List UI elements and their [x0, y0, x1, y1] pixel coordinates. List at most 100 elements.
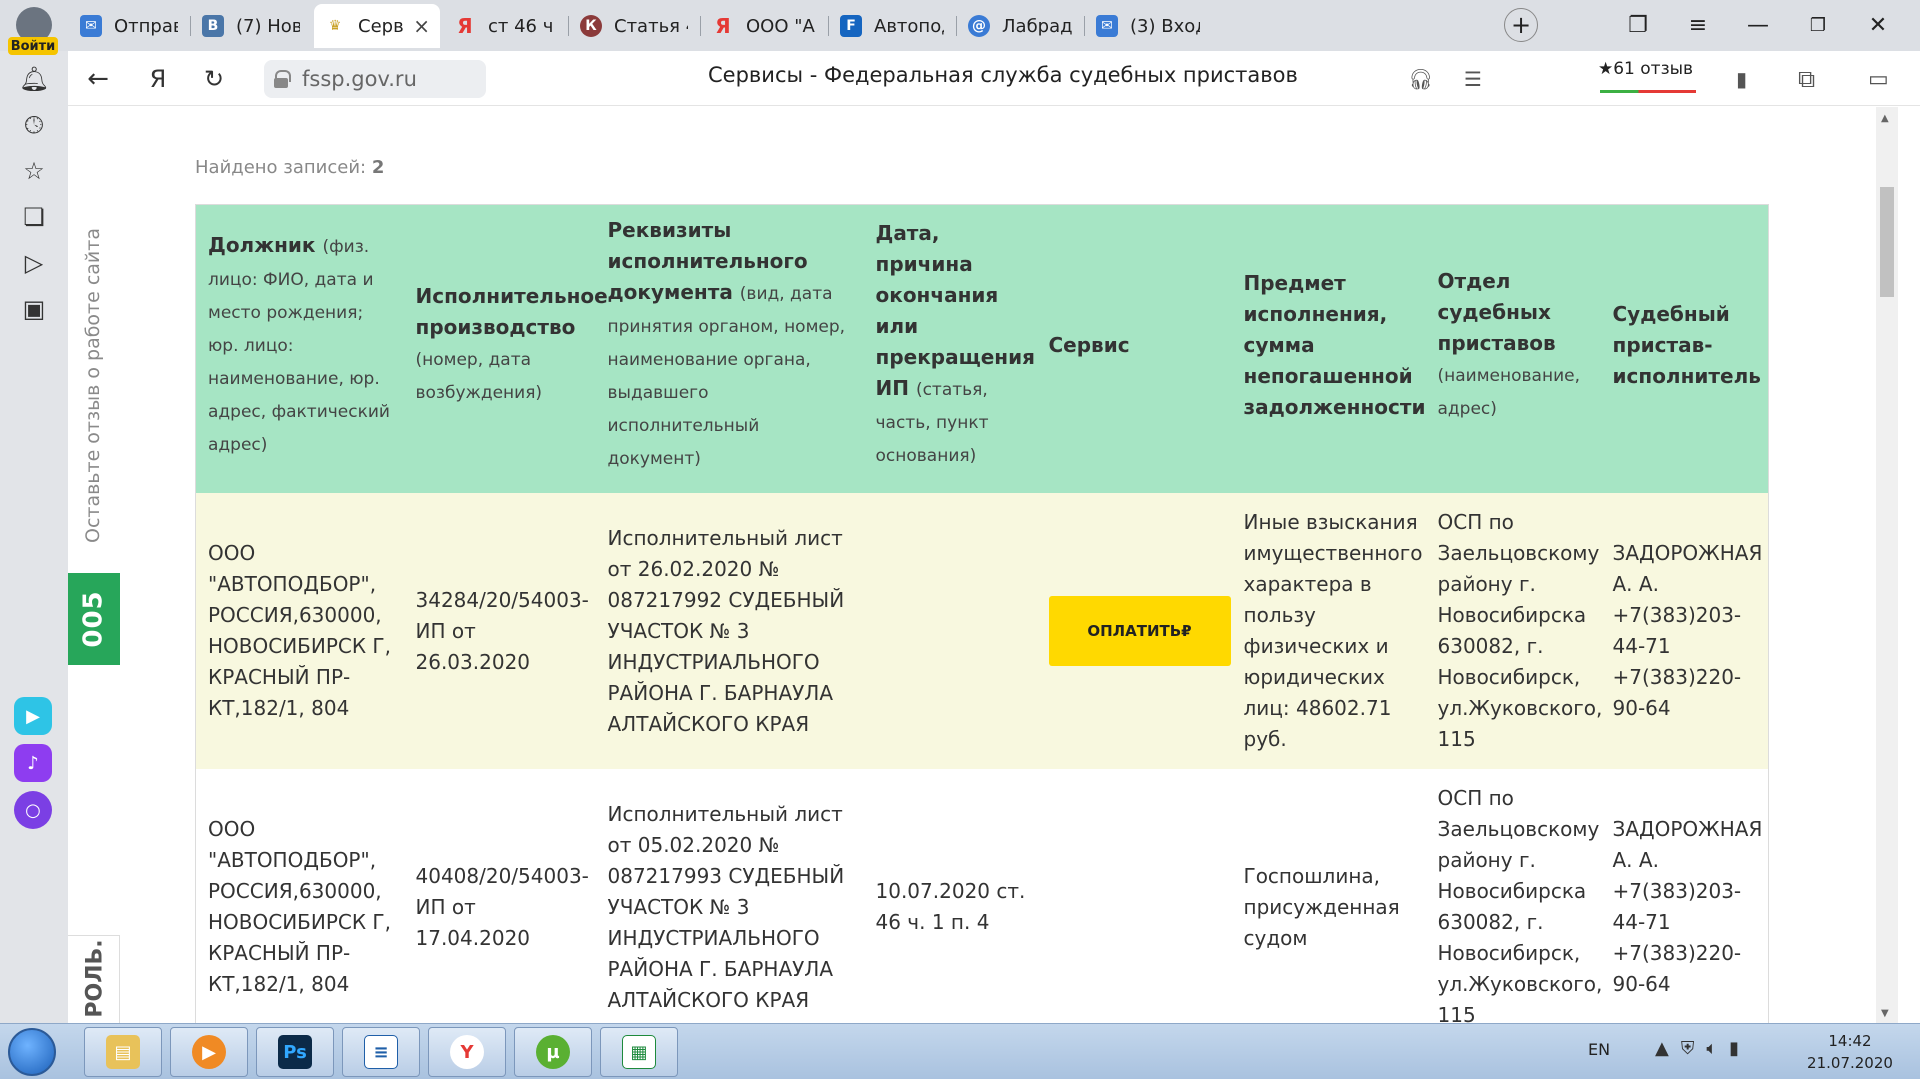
at-icon: @: [968, 15, 990, 37]
records-count: 2: [371, 157, 385, 178]
taskbar-utorrent[interactable]: µ: [514, 1027, 592, 1077]
music-app-icon[interactable]: ♪: [14, 744, 52, 782]
tab-close-icon[interactable]: ×: [413, 14, 430, 38]
folder-icon: ▤: [106, 1035, 140, 1069]
minimize-button[interactable]: —: [1740, 8, 1776, 42]
restore-button[interactable]: ❐: [1800, 8, 1836, 42]
taskbar-spreadsheet[interactable]: ▦: [600, 1027, 678, 1077]
network-icon[interactable]: ▮: [1729, 1038, 1751, 1059]
tab-mail-sent[interactable]: ✉ Отправлен: [70, 4, 188, 48]
collections-icon[interactable]: ❏: [18, 201, 50, 233]
star-icon[interactable]: ☆: [18, 155, 50, 187]
vk-icon: В: [202, 15, 224, 37]
feedback-label: Оставьте отзыв о работе сайта: [82, 228, 104, 543]
yandex-icon: Я: [457, 14, 473, 38]
table-row: ООО "АВТОПОДБОР", РОССИЯ,630000, НОВОСИБ…: [195, 769, 1769, 1023]
taskbar-media-player[interactable]: ▶: [170, 1027, 248, 1077]
clock[interactable]: 14:42 21.07.2020: [1805, 1030, 1895, 1074]
bookmark-icon[interactable]: ▮: [1736, 63, 1747, 95]
cell-service: [1036, 769, 1232, 1023]
volume-icon[interactable]: 🔈︎: [1706, 1038, 1729, 1059]
consultant-icon: К: [580, 15, 602, 37]
scroll-down-icon[interactable]: ▼: [1881, 1008, 1889, 1019]
page-title: Сервисы - Федеральная служба судебных пр…: [708, 63, 1298, 87]
yandex-logo[interactable]: Я: [140, 61, 176, 97]
cell-subject: Госпошлина, присужденная судом: [1231, 769, 1426, 1023]
login-button[interactable]: Войти: [8, 37, 58, 55]
header-document: Реквизиты исполнительного документа (вид…: [595, 204, 864, 493]
bell-icon[interactable]: 🔔︎: [18, 63, 50, 95]
tab-labrador[interactable]: @ Лабрадор г: [958, 4, 1082, 48]
windows-taskbar: ▤ ▶ Ps ≡ Y µ ▦ EN ▲⛨🔈︎▮ 14:42 21.07.2020: [0, 1023, 1920, 1079]
header-proceeding: Исполнительное производство (номер, дата…: [403, 204, 608, 493]
browser-tab-strip: ✉ Отправлен В (7) Новости ♛ Сервисы × Я …: [0, 0, 1920, 51]
taskbar-explorer[interactable]: ▤: [84, 1027, 162, 1077]
history-icon[interactable]: 🕓︎: [18, 109, 50, 141]
header-bailiff: Судебный пристав-исполнитель: [1600, 204, 1769, 493]
mail-icon: ✉: [80, 15, 102, 37]
tab-yandex-search[interactable]: Я ст 46 ч 1 п: [444, 4, 566, 48]
page-content: Оставьте отзыв о работе сайта 005 РОЛЬ. …: [68, 107, 1898, 1023]
clock-time: 14:42: [1828, 1032, 1872, 1050]
utorrent-icon: µ: [536, 1035, 570, 1069]
new-tab-button[interactable]: +: [1504, 8, 1538, 42]
cell-department: ОСП по Заельцовскому району г. Новосибир…: [1425, 493, 1602, 769]
play-icon[interactable]: ▷: [18, 247, 50, 279]
back-button[interactable]: ←: [80, 61, 116, 97]
tab-inbox[interactable]: ✉ (3) Входящ: [1086, 4, 1210, 48]
scroll-up-icon[interactable]: ▲: [1881, 113, 1889, 124]
headphones-icon[interactable]: 🎧︎: [1408, 63, 1433, 95]
cell-proceeding: 40408/20/54003-ИП от 17.04.2020: [403, 769, 596, 1023]
scrollbar-thumb[interactable]: [1880, 187, 1894, 297]
fssp-emblem-icon: ♛: [328, 18, 342, 34]
url-text: fssp.gov.ru: [302, 67, 417, 91]
tab-fssp-services[interactable]: ♛ Сервисы ×: [314, 4, 440, 48]
site-reviews[interactable]: ★61 отзыв: [1598, 59, 1698, 97]
tray-arrow-icon[interactable]: ▲: [1655, 1038, 1681, 1059]
protect-icon[interactable]: ▭: [1868, 63, 1889, 95]
tab-ooo-avto[interactable]: Я ООО "АВТО: [702, 4, 826, 48]
system-tray[interactable]: ▲⛨🔈︎▮: [1655, 1038, 1751, 1059]
side-bottom-tab[interactable]: РОЛЬ.: [68, 935, 120, 1023]
tabs-overview-icon[interactable]: ❐: [1620, 8, 1656, 42]
cell-debtor: ООО "АВТОПОДБОР", РОССИЯ,630000, НОВОСИБ…: [195, 493, 404, 769]
taskbar-writer[interactable]: ≡: [342, 1027, 420, 1077]
url-field[interactable]: fssp.gov.ru: [264, 60, 486, 98]
cell-bailiff: ЗАДОРОЖНАЯ А. А. +7(383)203-44-71 +7(383…: [1600, 493, 1769, 769]
cell-end-date: [863, 493, 1037, 769]
close-window-button[interactable]: ✕: [1860, 8, 1896, 42]
reader-mode-icon[interactable]: ☰: [1464, 63, 1482, 95]
clock-date: 21.07.2020: [1807, 1054, 1893, 1072]
mail-icon: ✉: [1096, 15, 1118, 37]
tab-vk-news[interactable]: В (7) Новости: [192, 4, 310, 48]
site-icon: F: [840, 15, 862, 37]
tab-article-46[interactable]: К Статья 46. Е: [570, 4, 698, 48]
vertical-scrollbar[interactable]: ▲ ▼: [1876, 107, 1898, 1023]
cell-bailiff: ЗАДОРОЖНАЯ А. А. +7(383)203-44-71 +7(383…: [1600, 769, 1769, 1023]
cell-end-date: 10.07.2020 ст. 46 ч. 1 п. 4: [863, 769, 1037, 1023]
media-player-icon: ▶: [192, 1035, 226, 1069]
menu-icon[interactable]: ≡: [1680, 8, 1716, 42]
taskbar-photoshop[interactable]: Ps: [256, 1027, 334, 1077]
address-bar: ← Я ↻ fssp.gov.ru Сервисы - Федеральная …: [68, 51, 1920, 106]
lock-icon[interactable]: [274, 70, 291, 88]
tab-avtopodbor[interactable]: F Автоподбо: [830, 4, 954, 48]
header-end-date: Дата, причина окончания или прекращения …: [863, 204, 1037, 493]
table-header-row: Должник (физ. лицо: ФИО, дата и место ро…: [195, 204, 1769, 493]
notes-icon[interactable]: ▣: [18, 293, 50, 325]
taskbar-yandex-browser[interactable]: Y: [428, 1027, 506, 1077]
feedback-tab[interactable]: Оставьте отзыв о работе сайта: [78, 228, 104, 547]
cell-service: ОПЛАТИТЬ₽: [1036, 493, 1232, 769]
cell-document: Исполнительный лист от 05.02.2020 № 0872…: [595, 769, 864, 1023]
counter-badge[interactable]: 005: [68, 573, 120, 665]
start-button[interactable]: [8, 1028, 56, 1076]
translate-icon[interactable]: ⧉: [1798, 63, 1815, 95]
alice-app-icon[interactable]: ○: [14, 791, 52, 829]
results-table: Должник (физ. лицо: ФИО, дата и место ро…: [195, 204, 1769, 1023]
pay-button[interactable]: ОПЛАТИТЬ₽: [1048, 596, 1231, 666]
messenger-app-icon[interactable]: ▶: [14, 697, 52, 735]
reload-button[interactable]: ↻: [196, 61, 232, 97]
antivirus-icon[interactable]: ⛨: [1681, 1038, 1707, 1059]
cell-subject: Иные взыскания имущественного характера …: [1231, 493, 1426, 769]
language-indicator[interactable]: EN: [1588, 1040, 1610, 1059]
